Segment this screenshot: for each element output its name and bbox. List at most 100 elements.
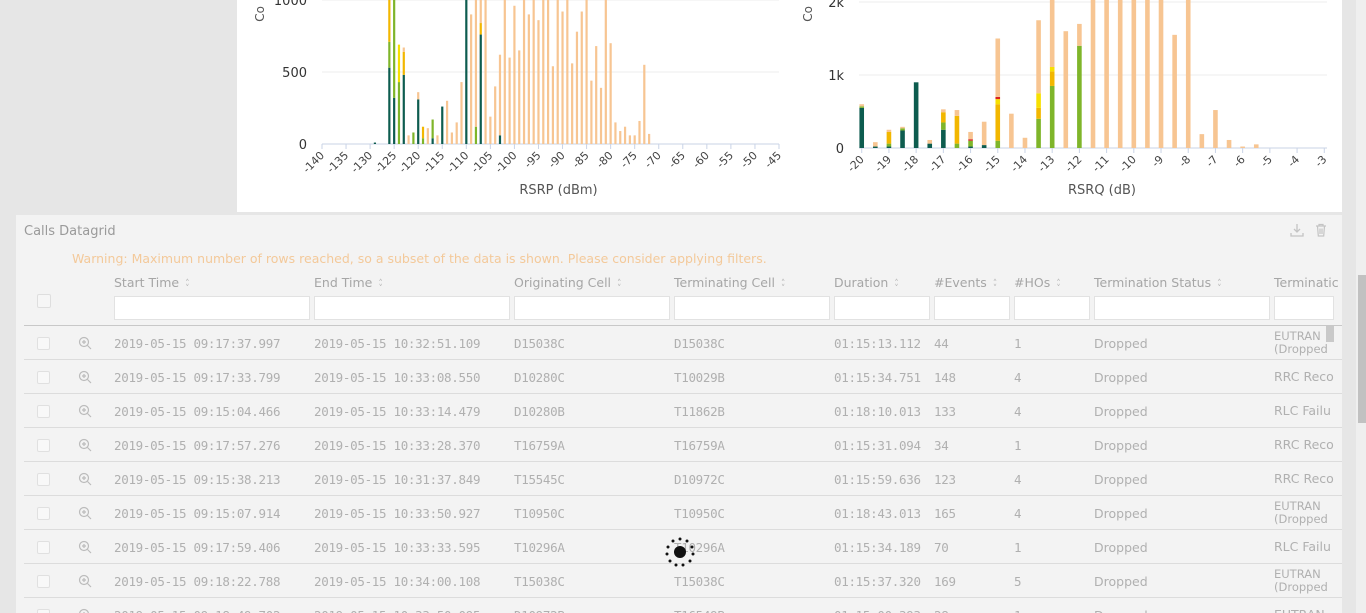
column-header[interactable]: Terminating Cell ˄ ˅ <box>674 275 786 294</box>
histogram-bar <box>551 66 555 144</box>
zoom-in-icon[interactable] <box>78 540 92 554</box>
x-tick-label: -90 <box>546 149 568 171</box>
cell-term: T10950C <box>674 506 725 521</box>
column-filter-input[interactable] <box>674 296 830 320</box>
row-checkbox[interactable] <box>37 405 50 418</box>
table-row[interactable]: 2019-05-15 09:15:04.466 2019-05-15 10:33:… <box>24 394 1342 428</box>
x-tick-label: -135 <box>324 149 351 176</box>
column-filter-input[interactable] <box>834 296 930 320</box>
zoom-in-icon[interactable] <box>78 574 92 588</box>
table-row[interactable]: 2019-05-15 09:15:38.213 2019-05-15 10:31:… <box>24 462 1342 496</box>
histogram-bar <box>941 109 946 113</box>
sort-icon[interactable]: ˄ ˅ <box>617 280 622 294</box>
column-header[interactable]: #HOs ˄ ˅ <box>1014 275 1061 294</box>
x-tick-label: -19 <box>872 153 894 175</box>
download-icon[interactable] <box>1290 223 1304 237</box>
histogram-bar <box>518 50 521 144</box>
zoom-in-icon[interactable] <box>78 438 92 452</box>
cell-dur: 01:15:13.112 <box>834 336 921 351</box>
x-tick-label: -50 <box>738 149 760 171</box>
histogram-bar <box>397 44 401 83</box>
sort-icon[interactable]: ˄ ˅ <box>894 280 899 294</box>
zoom-in-icon[interactable] <box>78 608 92 613</box>
column-header[interactable]: End Time ˄ ˅ <box>314 275 383 294</box>
sort-icon[interactable]: ˄ ˅ <box>378 280 383 294</box>
cell-status: Dropped <box>1094 608 1148 613</box>
column-header[interactable]: Terminatic <box>1274 275 1339 290</box>
row-checkbox[interactable] <box>37 609 50 613</box>
column-filter-input[interactable] <box>1014 296 1090 320</box>
column-filter-input[interactable] <box>1094 296 1270 320</box>
cell-start: 2019-05-15 09:15:07.914 <box>114 506 281 521</box>
table-row[interactable]: 2019-05-15 09:17:57.276 2019-05-15 10:33:… <box>24 428 1342 462</box>
row-checkbox[interactable] <box>37 541 50 554</box>
column-filter-input[interactable] <box>934 296 1010 320</box>
zoom-in-icon[interactable] <box>78 336 92 350</box>
x-tick-label: -55 <box>714 149 736 171</box>
column-header[interactable]: Duration ˄ ˅ <box>834 275 899 294</box>
sort-icon[interactable]: ˄ ˅ <box>1217 280 1222 294</box>
cell-end: 2019-05-15 10:34:00.108 <box>314 574 481 589</box>
row-checkbox[interactable] <box>37 507 50 520</box>
select-all-checkbox[interactable] <box>37 294 51 308</box>
sort-icon[interactable]: ˄ ˅ <box>1056 280 1061 294</box>
histogram-bar <box>623 126 627 144</box>
row-checkbox[interactable] <box>37 575 50 588</box>
cell-dur: 01:15:37.320 <box>834 574 921 589</box>
cell-termination-reason: RRC Reco <box>1274 471 1334 486</box>
histogram-bar <box>648 133 651 144</box>
column-header[interactable]: Termination Status ˄ ˅ <box>1094 275 1222 294</box>
column-header[interactable]: Start Time ˄ ˅ <box>114 275 190 294</box>
zoom-in-icon[interactable] <box>78 506 92 520</box>
cell-termination-reason: RLC Failu <box>1274 403 1331 418</box>
cell-status: Dropped <box>1094 404 1148 419</box>
trash-icon[interactable] <box>1314 223 1328 237</box>
zoom-in-icon[interactable] <box>78 404 92 418</box>
row-checkbox[interactable] <box>37 473 50 486</box>
table-row[interactable]: 2019-05-15 09:17:37.997 2019-05-15 10:32:… <box>24 326 1342 360</box>
histogram-bar <box>873 146 878 148</box>
table-row[interactable]: 2019-05-15 09:18:22.788 2019-05-15 10:34:… <box>24 564 1342 598</box>
x-tick-label: -16 <box>954 153 976 175</box>
cell-termination-reason: RLC Failu <box>1274 539 1331 554</box>
column-filter-input[interactable] <box>1274 296 1334 320</box>
column-filter-input[interactable] <box>314 296 510 320</box>
grid-scrollbar-thumb[interactable] <box>1326 326 1334 342</box>
sort-icon[interactable]: ˄ ˅ <box>993 280 998 294</box>
column-header-label: #Events <box>934 275 987 290</box>
cell-events: 148 <box>934 370 956 385</box>
row-checkbox[interactable] <box>37 371 50 384</box>
row-checkbox[interactable] <box>37 337 50 350</box>
histogram-bar <box>1117 0 1123 148</box>
sort-icon[interactable]: ˄ ˅ <box>185 280 190 294</box>
histogram-bar <box>402 51 405 75</box>
histogram-bar <box>436 135 439 144</box>
histogram-bar <box>595 46 598 144</box>
histogram-bar <box>431 119 434 139</box>
page-scrollbar-thumb[interactable] <box>1358 275 1366 423</box>
cell-orig: D10280C <box>514 370 565 385</box>
histogram-bar <box>643 64 646 144</box>
column-filter-input[interactable] <box>114 296 310 320</box>
column-header[interactable]: #Events ˄ ˅ <box>934 275 998 294</box>
table-row[interactable]: 2019-05-15 09:18:49.702 2019-05-15 10:33:… <box>24 598 1342 613</box>
histogram-bar <box>571 63 574 144</box>
table-row[interactable]: 2019-05-15 09:15:07.914 2019-05-15 10:33:… <box>24 496 1342 530</box>
x-tick-label: -8 <box>1176 153 1193 170</box>
row-checkbox[interactable] <box>37 439 50 452</box>
x-tick-label: -11 <box>1090 153 1112 175</box>
zoom-in-icon[interactable] <box>78 472 92 486</box>
column-header[interactable]: Originating Cell ˄ ˅ <box>514 275 622 294</box>
x-tick-label: -115 <box>421 149 448 176</box>
table-row[interactable]: 2019-05-15 09:17:33.799 2019-05-15 10:33:… <box>24 360 1342 394</box>
zoom-in-icon[interactable] <box>78 370 92 384</box>
histogram-bar <box>995 38 1001 97</box>
max-rows-warning: Warning: Maximum number of rows reached,… <box>72 251 767 266</box>
cell-end: 2019-05-15 10:33:08.550 <box>314 370 481 385</box>
sort-icon[interactable]: ˄ ˅ <box>781 280 786 294</box>
histogram-bar <box>900 128 905 131</box>
column-filter-input[interactable] <box>514 296 670 320</box>
histogram-bar <box>1049 0 1055 67</box>
cell-hos: 4 <box>1014 370 1022 385</box>
cell-start: 2019-05-15 09:15:04.466 <box>114 404 281 419</box>
